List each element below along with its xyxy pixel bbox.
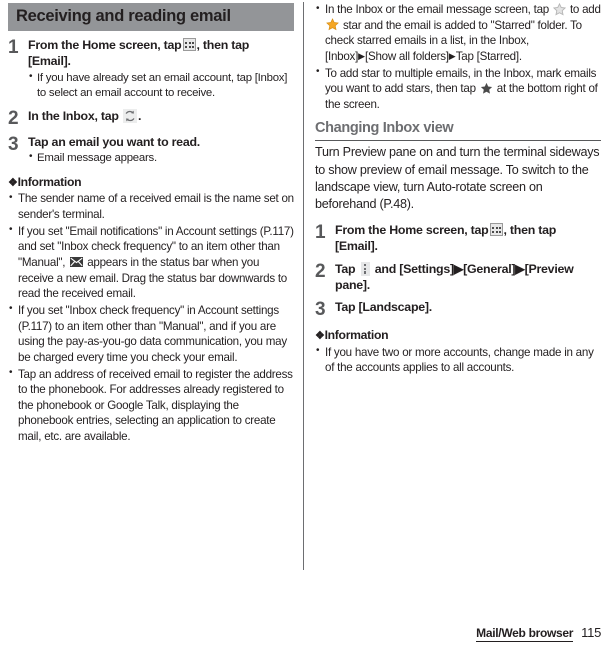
information-heading: ❖Information [315, 328, 601, 343]
list-item-text: Tap an address of received email to regi… [18, 367, 293, 444]
step-title-text-after: . [137, 108, 142, 123]
list-item-text: The sender name of a received email is t… [18, 192, 294, 222]
step-title: In the Inbox, tap . [28, 108, 294, 124]
list-item: Tap an address of received email to regi… [8, 366, 294, 445]
step-bullet-list: Email message appears. [28, 150, 294, 166]
information-heading: ❖Information [8, 175, 294, 190]
footer-chapter-label: Mail/Web browser [476, 626, 574, 642]
arrow-right-icon: ▶ [358, 50, 365, 61]
star-solid-icon [480, 82, 493, 95]
list-item-text-part4: [Show all folders] [364, 49, 449, 63]
footer-page-number: 115 [581, 625, 601, 640]
step-item: 3 Tap [Landscape]. [315, 299, 601, 319]
step-number: 3 [8, 133, 19, 155]
step-title: Tap [Landscape]. [335, 300, 432, 315]
sub-section-rule [315, 139, 601, 142]
refresh-icon [122, 108, 137, 123]
step-item: 2 In the Inbox, tap . [8, 108, 294, 128]
step-title-text-before: From the Home screen, tap [335, 222, 489, 237]
intro-paragraph: Turn Preview pane on and turn the termin… [315, 145, 600, 211]
page-footer: Mail/Web browser 115 [0, 625, 609, 642]
step-body: In the Inbox, tap . [28, 108, 294, 124]
envelope-icon [69, 257, 83, 268]
step-title-text-before: From the Home screen, tap [28, 37, 182, 52]
step-title-text-before: Tap [335, 261, 356, 276]
information-heading-label: Information [17, 175, 82, 190]
step-number: 2 [315, 260, 326, 282]
overflow-menu-icon [360, 261, 370, 276]
list-item: If you have two or more accounts, change… [315, 344, 601, 376]
left-column: Receiving and reading email 1 From the H… [8, 0, 294, 445]
step-title: Tap an email you want to read. [28, 134, 200, 149]
list-item: If you have already set an email account… [28, 70, 294, 102]
information-heading-label: Information [324, 328, 389, 343]
list-item: In the Inbox or the email message screen… [315, 2, 601, 65]
step-body: From the Home screen, tap, then tap [Ema… [335, 222, 601, 255]
list-item: The sender name of a received email is t… [8, 191, 294, 222]
step-number: 3 [315, 299, 326, 321]
step-bullet-list: If you have already set an email account… [28, 70, 294, 102]
diamond-icon: ❖ [8, 177, 18, 190]
step-body: Tap [Landscape]. [335, 299, 601, 315]
step-number: 2 [8, 107, 19, 129]
arrow-right-icon: ▶ [448, 50, 456, 61]
step-body: Tap and [Settings]▶[General]▶[Preview pa… [335, 261, 601, 294]
step-item: 3 Tap an email you want to read. Email m… [8, 134, 294, 167]
starred-info-list: In the Inbox or the email message screen… [315, 2, 601, 112]
step-body: Tap an email you want to read. Email mes… [28, 134, 294, 167]
step-title-text-after: and [Settings]▶[General]▶[Preview pane]. [335, 261, 574, 293]
list-item-text-part1: In the Inbox or the email message screen… [325, 3, 549, 16]
app-drawer-icon [489, 223, 503, 237]
step-title: From the Home screen, tap, then tap [Ema… [335, 222, 601, 255]
step-body: From the Home screen, tap, then tap [Ema… [28, 37, 294, 102]
diamond-icon: ❖ [315, 330, 325, 343]
manual-page: Receiving and reading email 1 From the H… [0, 0, 609, 648]
column-divider [303, 2, 304, 570]
list-item-text-part5: Tap [Starred]. [455, 49, 522, 63]
step-item: 1 From the Home screen, tap, then tap [E… [315, 222, 601, 255]
star-outline-icon [552, 2, 566, 16]
list-item-text: If you set "Inbox check frequency" in Ac… [18, 303, 287, 364]
right-column: In the Inbox or the email message screen… [315, 0, 601, 376]
information-list: The sender name of a received email is t… [8, 191, 294, 444]
list-item: If you set "Inbox check frequency" in Ac… [8, 302, 294, 366]
step-item: 2 Tap and [Settings]▶[General]▶[Preview … [315, 261, 601, 294]
step-title: Tap and [Settings]▶[General]▶[Preview pa… [335, 261, 601, 294]
star-gold-icon [326, 18, 339, 31]
step-number: 1 [315, 221, 326, 243]
list-item: If you set "Email notifications" in Acco… [8, 223, 294, 302]
app-drawer-icon [182, 38, 196, 52]
list-item: Email message appears. [28, 150, 294, 166]
step-number: 1 [8, 36, 19, 58]
section-title-bar: Receiving and reading email [8, 3, 294, 31]
sub-section-heading: Changing Inbox view [315, 120, 454, 137]
step-title: From the Home screen, tap, then tap [Ema… [28, 37, 294, 70]
information-list: If you have two or more accounts, change… [315, 344, 601, 376]
list-item: To add star to multiple emails, in the I… [315, 65, 601, 113]
step-item: 1 From the Home screen, tap, then tap [E… [8, 37, 294, 102]
list-item-text-part2: to add [569, 3, 601, 16]
step-title-text-before: In the Inbox, tap [28, 108, 119, 123]
